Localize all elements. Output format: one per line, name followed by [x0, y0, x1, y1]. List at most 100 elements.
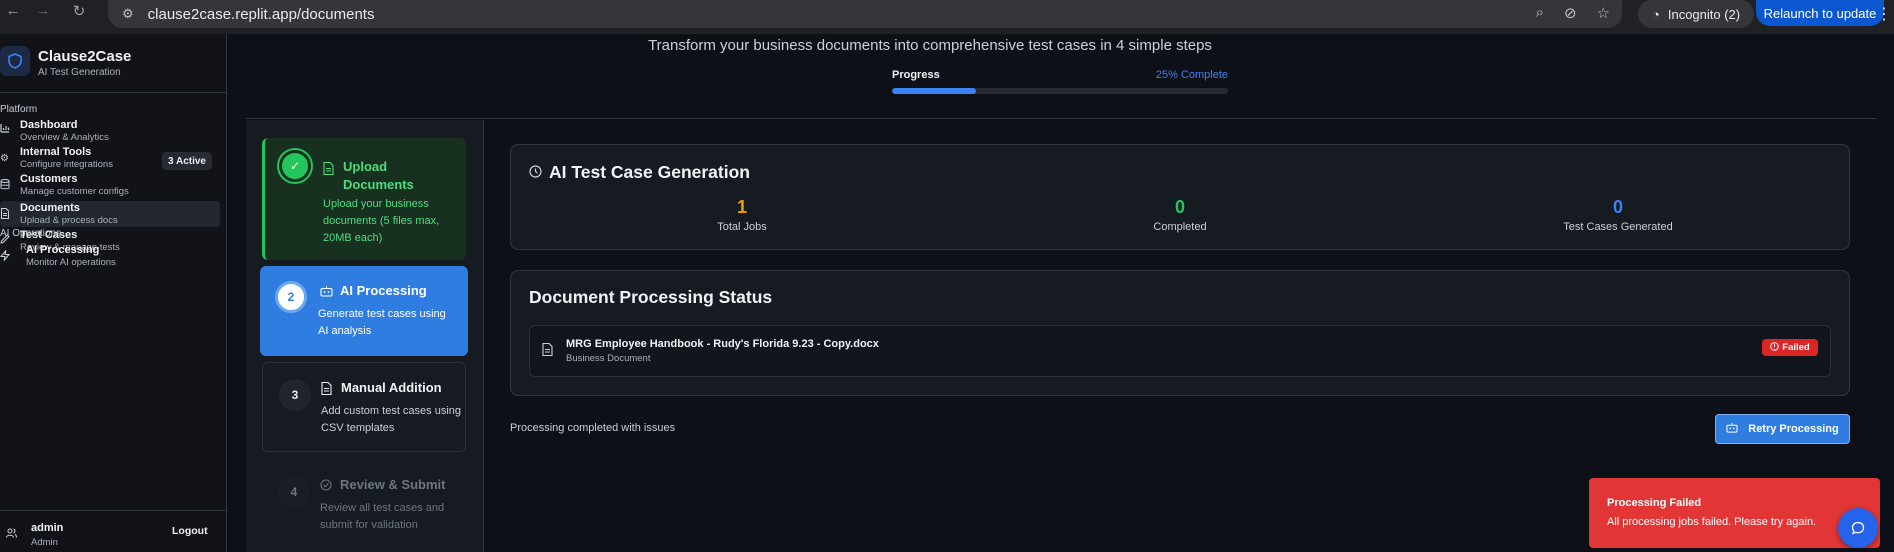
sidebar-item-subtitle: Manage customer configs — [20, 186, 129, 197]
error-toast[interactable]: Processing Failed All processing jobs fa… — [1589, 478, 1880, 548]
step-number: 2 — [275, 281, 307, 313]
gear-icon: ⚙ — [0, 153, 9, 164]
step-list: ✓ Upload Documents Upload your business … — [246, 120, 484, 552]
forward-icon[interactable]: → — [30, 2, 56, 19]
step-title: Manual Addition — [341, 380, 442, 395]
sidebar-item-documents[interactable]: Documents Upload & process docs — [0, 201, 220, 227]
step-upload-documents[interactable]: ✓ Upload Documents Upload your business … — [262, 138, 466, 260]
stat-label: Test Cases Generated — [1563, 221, 1673, 233]
step-number: 3 — [279, 379, 311, 411]
stat-label: Total Jobs — [717, 221, 767, 233]
bookmark-star-icon[interactable]: ☆ — [1597, 4, 1610, 22]
database-icon — [0, 179, 12, 191]
retry-processing-button[interactable]: Retry Processing — [1715, 414, 1850, 444]
eye-off-icon[interactable]: ⊘ — [1564, 4, 1577, 22]
shield-icon — [0, 46, 30, 76]
address-bar[interactable]: ⚙ clause2case.replit.app/documents ⌕ ⊘ ☆ — [108, 0, 1622, 28]
section-label-ai-operations: AI Operations — [0, 228, 62, 239]
sidebar-item-title: Documents — [20, 202, 80, 214]
retry-processing-label: Retry Processing — [1748, 423, 1839, 435]
file-icon — [0, 208, 12, 220]
incognito-indicator[interactable]: ◔ Incognito (2) — [1638, 0, 1754, 28]
menu-kebab-icon[interactable]: ⋮ — [1876, 4, 1892, 24]
step-description: Generate test cases using AI analysis — [318, 308, 446, 337]
relaunch-button[interactable]: Relaunch to update — [1756, 0, 1884, 26]
sidebar-item-customers[interactable]: Customers Manage customer configs — [0, 172, 220, 198]
bolt-icon — [0, 250, 12, 262]
incognito-icon: ◔ — [1652, 6, 1660, 22]
card-title: AI Test Case Generation — [549, 162, 750, 182]
status-badge: 3 Active — [162, 152, 212, 170]
check-circle-icon — [320, 479, 332, 494]
step-review-submit[interactable]: 4 Review & Submit Review all test cases … — [262, 460, 466, 550]
sidebar-item-ai-processing[interactable]: AI Processing Monitor AI operations — [0, 243, 220, 269]
progress-fill — [892, 88, 976, 94]
step-title: AI Processing — [340, 283, 427, 298]
incognito-label: Incognito (2) — [1667, 6, 1741, 22]
user-role: Admin — [31, 537, 58, 548]
sidebar-item-subtitle: Configure integrations — [20, 159, 113, 170]
sidebar-item-title: Dashboard — [20, 119, 78, 131]
sidebar-item-subtitle: Monitor AI operations — [26, 257, 116, 268]
document-name: MRG Employee Handbook - Rudy's Florida 9… — [566, 338, 879, 350]
processing-status-text: Processing completed with issues — [510, 422, 676, 434]
url-text[interactable]: clause2case.replit.app/documents — [148, 6, 375, 23]
sidebar-item-subtitle: Overview & Analytics — [20, 132, 109, 143]
bar-chart-icon — [0, 123, 12, 135]
stat-completed: 0 Completed — [1080, 197, 1280, 233]
step-description: Review all test cases and submit for val… — [320, 502, 445, 531]
stat-test-cases-generated: 0 Test Cases Generated — [1518, 197, 1718, 233]
generation-card: AI Test Case Generation 1 Total Jobs 0 C… — [510, 144, 1850, 250]
stat-value: 0 — [1174, 197, 1185, 217]
check-icon: ✓ — [279, 150, 311, 182]
step-ai-processing[interactable]: 2 AI Processing Generate test cases usin… — [260, 266, 468, 356]
sidebar: Clause2Case AI Test Generation Platform … — [0, 34, 227, 552]
divider — [246, 118, 1876, 119]
file-icon — [321, 381, 332, 398]
document-type: Business Document — [566, 353, 651, 364]
status-badge-label: Failed — [1782, 342, 1810, 353]
step-title: Upload Documents — [343, 159, 414, 192]
back-icon[interactable]: ← — [0, 2, 26, 19]
stat-label: Completed — [1153, 221, 1207, 233]
zoom-icon[interactable]: ⌕ — [1536, 4, 1544, 22]
sidebar-item-subtitle: Upload & process docs — [20, 215, 118, 226]
clock-icon — [529, 165, 542, 181]
site-info-icon[interactable]: ⚙ — [122, 6, 134, 22]
browser-toolbar: ← → ↻ ⚙ clause2case.replit.app/documents… — [0, 0, 1894, 34]
sidebar-item-title: AI Processing — [26, 244, 100, 256]
brand[interactable]: Clause2Case AI Test Generation — [0, 46, 131, 78]
alert-circle-icon — [1770, 341, 1780, 354]
bot-icon — [320, 285, 333, 300]
toast-title: Processing Failed — [1607, 497, 1702, 509]
progress-percent: 25% Complete — [1155, 69, 1228, 81]
progress-bar — [892, 88, 1228, 94]
processing-status-card: Document Processing Status MRG Employee … — [510, 270, 1850, 396]
chat-bubble-icon[interactable] — [1838, 508, 1878, 548]
brand-subtitle: AI Test Generation — [38, 67, 121, 78]
card-title: Document Processing Status — [529, 287, 773, 307]
sidebar-item-dashboard[interactable]: Dashboard Overview & Analytics — [0, 118, 220, 144]
stat-total-jobs: 1 Total Jobs — [642, 197, 842, 233]
logout-button[interactable]: Logout — [172, 525, 208, 537]
file-icon — [542, 342, 553, 359]
bot-icon — [1726, 422, 1738, 436]
status-badge: Failed — [1762, 339, 1818, 356]
stat-value: 0 — [1612, 197, 1623, 217]
stat-value: 1 — [736, 197, 747, 217]
list-item[interactable]: MRG Employee Handbook - Rudy's Florida 9… — [529, 325, 1831, 377]
file-icon — [323, 161, 334, 178]
page-subtitle: Transform your business documents into c… — [648, 37, 1212, 54]
step-description: Upload your business documents (5 files … — [323, 198, 440, 244]
divider — [0, 92, 227, 93]
sidebar-item-title: Customers — [20, 173, 78, 185]
users-icon — [6, 528, 17, 541]
step-title: Review & Submit — [340, 477, 446, 492]
step-description: Add custom test cases using CSV template… — [321, 405, 462, 434]
reload-icon[interactable]: ↻ — [66, 2, 92, 20]
divider — [0, 510, 227, 511]
step-number: 4 — [278, 476, 310, 508]
sidebar-item-title: Internal Tools — [20, 146, 92, 158]
user-name: admin — [31, 522, 64, 534]
step-manual-addition[interactable]: 3 Manual Addition Add custom test cases … — [262, 362, 466, 452]
